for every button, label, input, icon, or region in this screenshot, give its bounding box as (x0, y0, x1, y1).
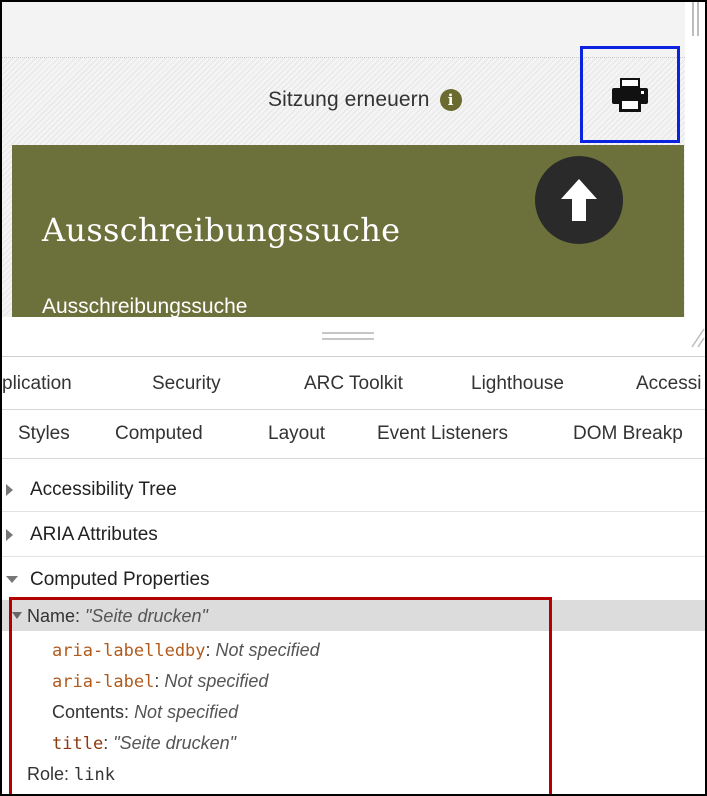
devtools-panel: plication Security ARC Toolkit Lighthous… (2, 317, 705, 794)
website-preview: Sitzung erneuern i Ausschreibungssuche A… (2, 2, 685, 317)
tab-security[interactable]: Security (152, 373, 221, 395)
expand-arrow-icon (6, 484, 13, 496)
info-circle-icon: i (439, 89, 462, 111)
screenshot-frame: Sitzung erneuern i Ausschreibungssuche A… (0, 0, 707, 796)
session-renew-label: Sitzung erneuern (268, 88, 430, 111)
session-renew-link[interactable]: Sitzung erneuern i (268, 88, 462, 112)
devtools-main-tabs: plication Security ARC Toolkit Lighthous… (2, 358, 705, 410)
tab-dom-breakpoints[interactable]: DOM Breakp (573, 423, 683, 445)
tab-event-listeners[interactable]: Event Listeners (377, 423, 508, 445)
devtools-sub-tabs: Styles Computed Layout Event Listeners D… (2, 410, 705, 459)
arrow-up-circle-icon (561, 179, 597, 221)
print-icon (612, 77, 648, 112)
banner-title: Ausschreibungssuche (42, 211, 401, 249)
devtools-resize-handle[interactable] (2, 317, 705, 357)
section-label: ARIA Attributes (30, 524, 158, 545)
scrollbar-mark (692, 2, 694, 36)
collapse-arrow-icon (6, 576, 18, 583)
section-label: Computed Properties (30, 569, 210, 590)
tab-lighthouse[interactable]: Lighthouse (471, 373, 564, 395)
tab-application[interactable]: plication (2, 373, 72, 395)
page-banner: Ausschreibungssuche Ausschreibungssuche (12, 145, 684, 317)
preview-right-gutter (685, 2, 705, 332)
expand-arrow-icon (6, 529, 13, 541)
back-to-top-button[interactable] (535, 156, 623, 244)
section-computed-properties[interactable]: Computed Properties (2, 557, 705, 602)
tab-arc-toolkit[interactable]: ARC Toolkit (304, 373, 403, 395)
highlight-box (9, 597, 552, 794)
grip-icon (322, 332, 374, 340)
resize-corner-icon (691, 328, 705, 348)
scrollbar-mark (697, 2, 699, 36)
tab-layout[interactable]: Layout (268, 423, 325, 445)
section-accessibility-tree[interactable]: Accessibility Tree (2, 467, 705, 512)
banner-subtitle: Ausschreibungssuche (42, 295, 248, 317)
tab-styles[interactable]: Styles (18, 423, 70, 445)
section-aria-attributes[interactable]: ARIA Attributes (2, 512, 705, 557)
tab-accessibility[interactable]: Accessi (636, 373, 701, 395)
print-link[interactable] (580, 46, 680, 143)
tab-computed[interactable]: Computed (115, 423, 203, 445)
section-label: Accessibility Tree (30, 479, 177, 500)
